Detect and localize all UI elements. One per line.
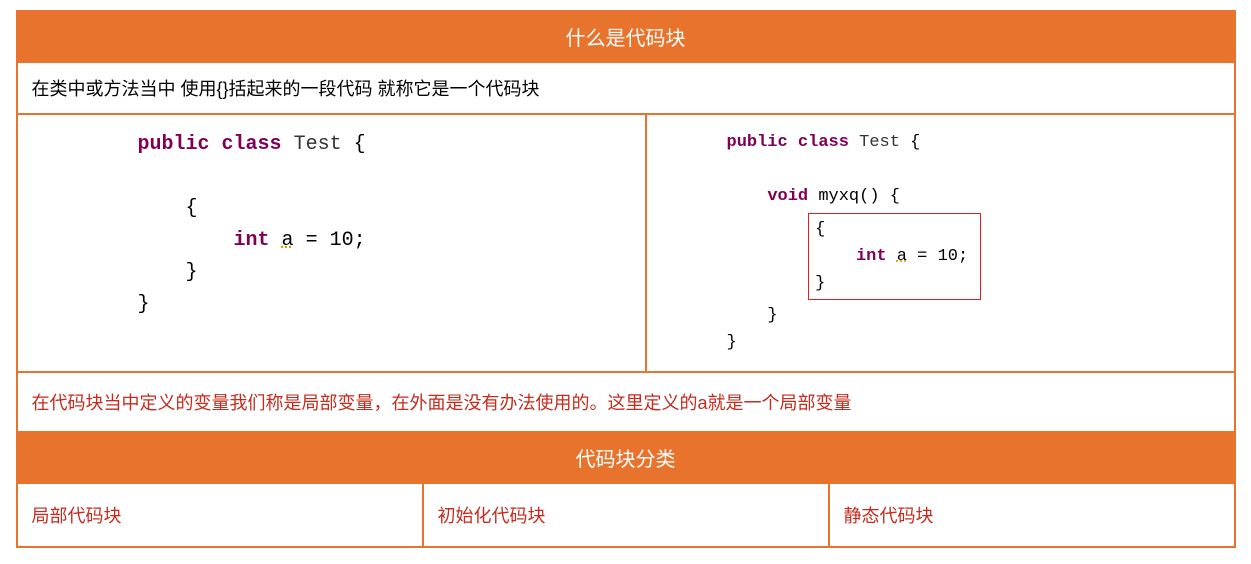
code-examples: public class Test { { int a = 10; } } pu…: [16, 115, 1236, 373]
type-static: 静态代码块: [828, 484, 1234, 546]
keyword-public: public: [727, 133, 788, 152]
method-open: {: [890, 187, 900, 206]
types-title: 代码块分类: [16, 433, 1236, 484]
keyword-int: int: [856, 247, 887, 266]
method-name: myxq(): [818, 187, 879, 206]
document: 什么是代码块 在类中或方法当中 使用{}括起来的一段代码 就称它是一个代码块 p…: [16, 10, 1236, 548]
code-example-left: public class Test { { int a = 10; } }: [18, 115, 647, 371]
code-block: public class Test { void myxq() { { int …: [727, 129, 1214, 357]
block-close: }: [815, 274, 825, 293]
class-name: Test: [859, 133, 900, 152]
section-title: 什么是代码块: [16, 10, 1236, 63]
definition-text: 在类中或方法当中 使用{}括起来的一段代码 就称它是一个代码块: [16, 63, 1236, 115]
brace-open: {: [354, 133, 366, 156]
keyword-int: int: [234, 229, 270, 252]
highlighted-block: { int a = 10; }: [808, 213, 981, 301]
type-init: 初始化代码块: [422, 484, 828, 546]
block-close: }: [186, 261, 198, 284]
note-text: 在代码块当中定义的变量我们称是局部变量，在外面是没有办法使用的。这里定义的a就是…: [16, 373, 1236, 433]
eq: =: [917, 247, 927, 266]
keyword-void: void: [767, 187, 808, 206]
brace-open: {: [910, 133, 920, 152]
method-close: }: [767, 306, 777, 325]
eq: =: [306, 229, 318, 252]
keyword-public: public: [138, 133, 210, 156]
types-row: 局部代码块 初始化代码块 静态代码块: [16, 484, 1236, 548]
var-name: a: [282, 229, 294, 252]
keyword-class: class: [798, 133, 849, 152]
class-name: Test: [294, 133, 342, 156]
val: 10;: [330, 229, 366, 252]
keyword-class: class: [222, 133, 282, 156]
code-example-right: public class Test { void myxq() { { int …: [647, 115, 1234, 371]
block-open: {: [815, 220, 825, 239]
brace-close: }: [727, 333, 737, 352]
var-name: a: [897, 247, 907, 266]
code-block: public class Test { { int a = 10; } }: [138, 129, 625, 321]
brace-close: }: [138, 293, 150, 316]
type-local: 局部代码块: [18, 484, 422, 546]
block-open: {: [186, 197, 198, 220]
val: 10;: [938, 247, 969, 266]
